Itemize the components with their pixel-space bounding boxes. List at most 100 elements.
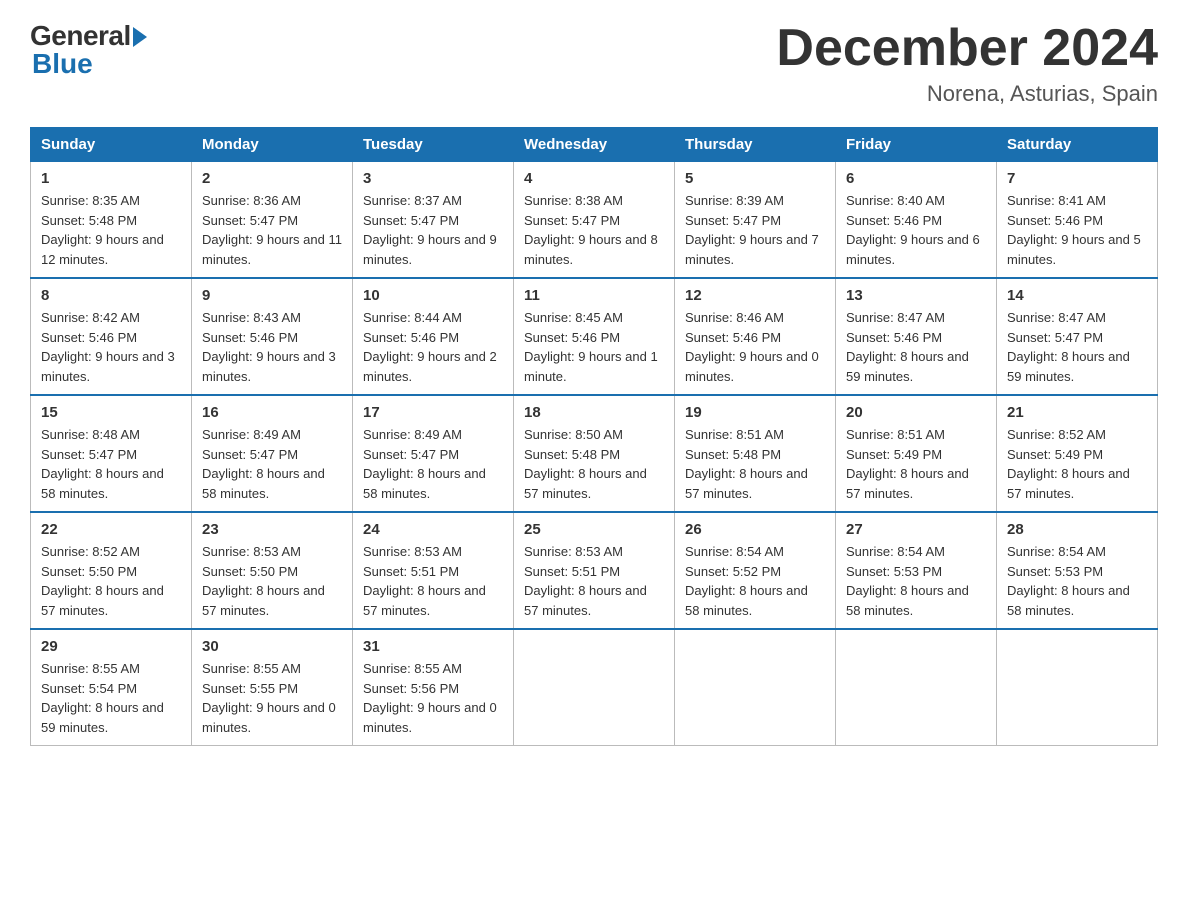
calendar-cell (675, 629, 836, 746)
day-number: 26 (685, 521, 825, 538)
day-number: 8 (41, 287, 181, 304)
day-info: Sunrise: 8:54 AMSunset: 5:53 PMDaylight:… (846, 542, 986, 620)
day-info: Sunrise: 8:42 AMSunset: 5:46 PMDaylight:… (41, 308, 181, 386)
calendar-cell: 19 Sunrise: 8:51 AMSunset: 5:48 PMDaylig… (675, 395, 836, 512)
calendar-cell: 20 Sunrise: 8:51 AMSunset: 5:49 PMDaylig… (836, 395, 997, 512)
calendar-cell: 14 Sunrise: 8:47 AMSunset: 5:47 PMDaylig… (997, 278, 1158, 395)
calendar-table: SundayMondayTuesdayWednesdayThursdayFrid… (30, 127, 1158, 746)
day-info: Sunrise: 8:53 AMSunset: 5:50 PMDaylight:… (202, 542, 342, 620)
day-info: Sunrise: 8:46 AMSunset: 5:46 PMDaylight:… (685, 308, 825, 386)
day-info: Sunrise: 8:44 AMSunset: 5:46 PMDaylight:… (363, 308, 503, 386)
calendar-cell: 8 Sunrise: 8:42 AMSunset: 5:46 PMDayligh… (31, 278, 192, 395)
day-number: 21 (1007, 404, 1147, 421)
day-info: Sunrise: 8:51 AMSunset: 5:49 PMDaylight:… (846, 425, 986, 503)
day-info: Sunrise: 8:52 AMSunset: 5:49 PMDaylight:… (1007, 425, 1147, 503)
day-info: Sunrise: 8:35 AMSunset: 5:48 PMDaylight:… (41, 191, 181, 269)
day-number: 13 (846, 287, 986, 304)
day-info: Sunrise: 8:55 AMSunset: 5:56 PMDaylight:… (363, 659, 503, 737)
calendar-cell: 30 Sunrise: 8:55 AMSunset: 5:55 PMDaylig… (192, 629, 353, 746)
day-info: Sunrise: 8:41 AMSunset: 5:46 PMDaylight:… (1007, 191, 1147, 269)
header-day-sunday: Sunday (31, 128, 192, 162)
day-number: 23 (202, 521, 342, 538)
calendar-cell: 12 Sunrise: 8:46 AMSunset: 5:46 PMDaylig… (675, 278, 836, 395)
day-info: Sunrise: 8:51 AMSunset: 5:48 PMDaylight:… (685, 425, 825, 503)
title-section: December 2024 Norena, Asturias, Spain (776, 20, 1158, 107)
day-number: 25 (524, 521, 664, 538)
calendar-cell: 10 Sunrise: 8:44 AMSunset: 5:46 PMDaylig… (353, 278, 514, 395)
day-info: Sunrise: 8:54 AMSunset: 5:52 PMDaylight:… (685, 542, 825, 620)
calendar-cell: 18 Sunrise: 8:50 AMSunset: 5:48 PMDaylig… (514, 395, 675, 512)
calendar-cell: 28 Sunrise: 8:54 AMSunset: 5:53 PMDaylig… (997, 512, 1158, 629)
day-number: 9 (202, 287, 342, 304)
day-number: 22 (41, 521, 181, 538)
calendar-cell (997, 629, 1158, 746)
day-info: Sunrise: 8:39 AMSunset: 5:47 PMDaylight:… (685, 191, 825, 269)
calendar-cell: 29 Sunrise: 8:55 AMSunset: 5:54 PMDaylig… (31, 629, 192, 746)
day-number: 29 (41, 638, 181, 655)
header-day-friday: Friday (836, 128, 997, 162)
day-info: Sunrise: 8:37 AMSunset: 5:47 PMDaylight:… (363, 191, 503, 269)
calendar-cell: 6 Sunrise: 8:40 AMSunset: 5:46 PMDayligh… (836, 162, 997, 279)
day-number: 24 (363, 521, 503, 538)
day-info: Sunrise: 8:52 AMSunset: 5:50 PMDaylight:… (41, 542, 181, 620)
day-info: Sunrise: 8:36 AMSunset: 5:47 PMDaylight:… (202, 191, 342, 269)
calendar-cell: 21 Sunrise: 8:52 AMSunset: 5:49 PMDaylig… (997, 395, 1158, 512)
header-day-thursday: Thursday (675, 128, 836, 162)
day-number: 11 (524, 287, 664, 304)
day-number: 19 (685, 404, 825, 421)
calendar-cell (836, 629, 997, 746)
calendar-cell: 5 Sunrise: 8:39 AMSunset: 5:47 PMDayligh… (675, 162, 836, 279)
day-info: Sunrise: 8:40 AMSunset: 5:46 PMDaylight:… (846, 191, 986, 269)
week-row-1: 1 Sunrise: 8:35 AMSunset: 5:48 PMDayligh… (31, 162, 1158, 279)
day-info: Sunrise: 8:48 AMSunset: 5:47 PMDaylight:… (41, 425, 181, 503)
calendar-subtitle: Norena, Asturias, Spain (776, 81, 1158, 107)
day-number: 16 (202, 404, 342, 421)
calendar-cell: 24 Sunrise: 8:53 AMSunset: 5:51 PMDaylig… (353, 512, 514, 629)
calendar-cell: 16 Sunrise: 8:49 AMSunset: 5:47 PMDaylig… (192, 395, 353, 512)
calendar-cell: 2 Sunrise: 8:36 AMSunset: 5:47 PMDayligh… (192, 162, 353, 279)
week-row-4: 22 Sunrise: 8:52 AMSunset: 5:50 PMDaylig… (31, 512, 1158, 629)
day-number: 7 (1007, 170, 1147, 187)
day-info: Sunrise: 8:54 AMSunset: 5:53 PMDaylight:… (1007, 542, 1147, 620)
calendar-cell: 17 Sunrise: 8:49 AMSunset: 5:47 PMDaylig… (353, 395, 514, 512)
day-number: 1 (41, 170, 181, 187)
calendar-cell: 9 Sunrise: 8:43 AMSunset: 5:46 PMDayligh… (192, 278, 353, 395)
day-number: 4 (524, 170, 664, 187)
header-row: SundayMondayTuesdayWednesdayThursdayFrid… (31, 128, 1158, 162)
header-day-wednesday: Wednesday (514, 128, 675, 162)
day-info: Sunrise: 8:49 AMSunset: 5:47 PMDaylight:… (202, 425, 342, 503)
calendar-title: December 2024 (776, 20, 1158, 77)
day-info: Sunrise: 8:43 AMSunset: 5:46 PMDaylight:… (202, 308, 342, 386)
calendar-cell: 22 Sunrise: 8:52 AMSunset: 5:50 PMDaylig… (31, 512, 192, 629)
calendar-cell: 11 Sunrise: 8:45 AMSunset: 5:46 PMDaylig… (514, 278, 675, 395)
day-info: Sunrise: 8:50 AMSunset: 5:48 PMDaylight:… (524, 425, 664, 503)
day-info: Sunrise: 8:38 AMSunset: 5:47 PMDaylight:… (524, 191, 664, 269)
week-row-5: 29 Sunrise: 8:55 AMSunset: 5:54 PMDaylig… (31, 629, 1158, 746)
calendar-cell: 1 Sunrise: 8:35 AMSunset: 5:48 PMDayligh… (31, 162, 192, 279)
day-number: 2 (202, 170, 342, 187)
day-info: Sunrise: 8:47 AMSunset: 5:47 PMDaylight:… (1007, 308, 1147, 386)
calendar-cell: 23 Sunrise: 8:53 AMSunset: 5:50 PMDaylig… (192, 512, 353, 629)
day-info: Sunrise: 8:53 AMSunset: 5:51 PMDaylight:… (524, 542, 664, 620)
day-number: 20 (846, 404, 986, 421)
day-info: Sunrise: 8:55 AMSunset: 5:54 PMDaylight:… (41, 659, 181, 737)
calendar-cell: 26 Sunrise: 8:54 AMSunset: 5:52 PMDaylig… (675, 512, 836, 629)
calendar-cell: 15 Sunrise: 8:48 AMSunset: 5:47 PMDaylig… (31, 395, 192, 512)
week-row-3: 15 Sunrise: 8:48 AMSunset: 5:47 PMDaylig… (31, 395, 1158, 512)
day-number: 10 (363, 287, 503, 304)
day-number: 12 (685, 287, 825, 304)
calendar-cell: 31 Sunrise: 8:55 AMSunset: 5:56 PMDaylig… (353, 629, 514, 746)
day-number: 15 (41, 404, 181, 421)
logo: General Blue (30, 20, 147, 80)
day-info: Sunrise: 8:53 AMSunset: 5:51 PMDaylight:… (363, 542, 503, 620)
day-info: Sunrise: 8:55 AMSunset: 5:55 PMDaylight:… (202, 659, 342, 737)
header-day-monday: Monday (192, 128, 353, 162)
day-number: 17 (363, 404, 503, 421)
day-number: 27 (846, 521, 986, 538)
day-number: 31 (363, 638, 503, 655)
calendar-cell: 3 Sunrise: 8:37 AMSunset: 5:47 PMDayligh… (353, 162, 514, 279)
calendar-cell: 4 Sunrise: 8:38 AMSunset: 5:47 PMDayligh… (514, 162, 675, 279)
day-number: 18 (524, 404, 664, 421)
day-info: Sunrise: 8:49 AMSunset: 5:47 PMDaylight:… (363, 425, 503, 503)
header-day-saturday: Saturday (997, 128, 1158, 162)
